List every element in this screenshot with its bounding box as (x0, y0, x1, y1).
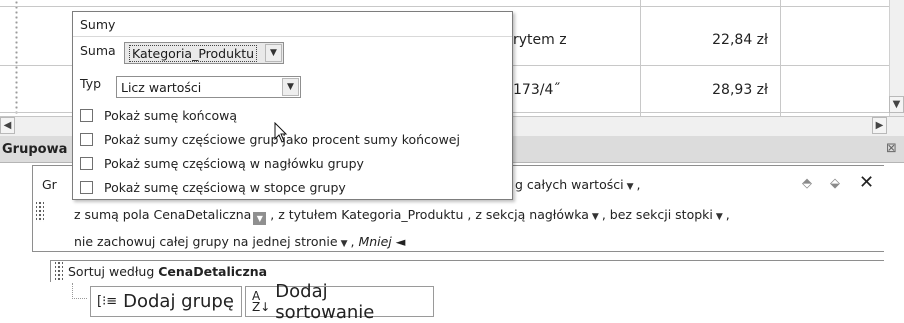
group-on-label: g całych wartości (515, 177, 624, 192)
header-section-option[interactable]: z sekcją nagłówka (475, 207, 589, 222)
popup-title: Sumy (80, 17, 116, 32)
group-line-2: z sumą pola CenaDetaliczna ▼ , z tytułem … (74, 207, 730, 225)
group-on-option[interactable]: g całych wartości ▼, (515, 177, 641, 192)
title-option[interactable]: , z tytułem Kategoria_Produktu , (270, 207, 471, 222)
grid-dotted-edge (14, 0, 19, 116)
option-label: Pokaż sumę częściową w nagłówku grupy (104, 156, 364, 171)
footer-section-option[interactable]: bez sekcji stopki (610, 207, 713, 222)
add-group-button[interactable]: [⁝≡ Dodaj grupę (90, 286, 242, 317)
grid-line (0, 6, 890, 7)
dropdown-arrow-icon[interactable]: ▼ (341, 239, 348, 249)
checkbox[interactable] (80, 181, 93, 194)
scroll-down-button[interactable]: ▼ (889, 96, 904, 113)
add-group-label: Dodaj grupę (123, 291, 234, 312)
group-line-3: nie zachowuj całej grupy na jednej stron… (74, 234, 406, 249)
chevron-down-icon[interactable]: ▼ (265, 44, 282, 62)
sort-az-icon: A Z↓ (252, 288, 271, 314)
sort-line: Sortuj według CenaDetaliczna (68, 264, 267, 279)
sum-field-select[interactable]: Kategoria_Produktu ▼ (124, 42, 284, 64)
add-group-icon: [⁝≡ (97, 294, 118, 309)
pane-title: Grupowa (2, 142, 68, 157)
tree-connector (72, 283, 87, 299)
checkbox[interactable] (80, 109, 93, 122)
keep-together-option[interactable]: nie zachowuj całej grupy na jednej stron… (74, 234, 338, 249)
add-sort-label: Dodaj sortowanie (275, 280, 375, 323)
move-down-icon[interactable]: ⬙ (830, 176, 840, 191)
sort-field[interactable]: CenaDetaliczna (158, 264, 267, 279)
group-line-prefix: Gr (42, 177, 57, 192)
sum-field-value: Kategoria_Produktu (129, 44, 258, 62)
option-label: Pokaż sumę końcową (104, 108, 237, 123)
close-icon[interactable]: ⊠ (886, 141, 897, 156)
move-up-icon[interactable]: ⬘ (802, 176, 812, 191)
type-label: Typ (80, 76, 102, 91)
less-link[interactable]: Mniej ◄ (358, 234, 405, 249)
product-name-cell: rytem z (513, 32, 567, 48)
price-cell: 22,84 zł (712, 32, 768, 48)
grid-line (640, 0, 641, 116)
grid-line (780, 0, 781, 116)
chevron-down-icon[interactable]: ▼ (282, 78, 299, 96)
checkbox[interactable] (80, 157, 93, 170)
totals-popup: Sumy Suma Kategoria_Produktu ▼ Typ Licz … (72, 11, 513, 200)
dropdown-arrow-icon[interactable]: ▼ (592, 212, 599, 222)
type-select[interactable]: Licz wartości ▼ (116, 76, 301, 98)
option-label: Pokaż sumę częściową w stopce grupy (104, 180, 346, 195)
dropdown-arrow-icon[interactable]: ▼ (716, 212, 723, 222)
sort-prefix: Sortuj według (68, 264, 155, 279)
drag-handle-icon[interactable] (36, 200, 44, 222)
drag-handle-icon[interactable] (55, 262, 63, 280)
delete-icon[interactable]: ✕ (859, 172, 874, 193)
add-sort-button[interactable]: A Z↓ Dodaj sortowanie (245, 281, 434, 323)
dropdown-arrow-icon[interactable]: ▼ (627, 182, 634, 192)
sum-option[interactable]: z sumą pola CenaDetaliczna (74, 207, 251, 222)
type-value: Licz wartości (121, 79, 202, 95)
popup-title-row: Sumy (73, 12, 512, 37)
dropdown-arrow-icon[interactable]: ▼ (253, 212, 267, 225)
mouse-pointer-icon (274, 122, 288, 143)
scroll-left-button[interactable]: ◀ (0, 117, 15, 134)
sum-label: Suma (80, 43, 116, 58)
price-cell: 28,93 zł (712, 82, 768, 98)
checkbox[interactable] (80, 133, 93, 146)
vertical-scrollbar[interactable]: ▼ (889, 0, 904, 116)
scroll-right-button[interactable]: ▶ (872, 117, 887, 134)
product-name-cell: 173/4˝ (513, 82, 561, 98)
